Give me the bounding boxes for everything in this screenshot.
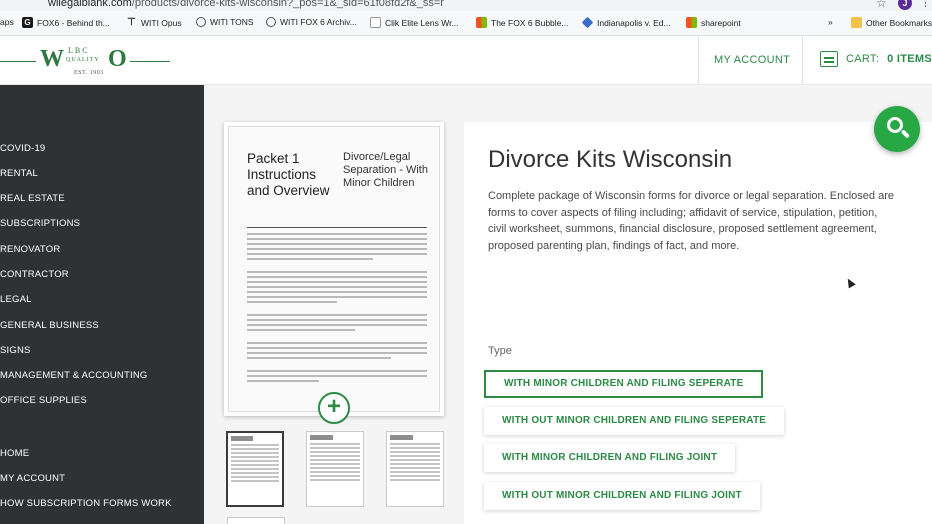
option-without-minor-joint[interactable]: WITH OUT MINOR CHILDREN AND FILING JOINT: [484, 482, 760, 510]
logo-lbc: LBC: [68, 46, 90, 55]
document-preview: Packet 1 Instructions and Overview Divor…: [228, 126, 440, 412]
cart-label: CART:: [846, 53, 880, 65]
fox-icon: G: [22, 17, 33, 28]
sidebar-item-subscriptions[interactable]: SUBSCRIPTIONS: [0, 218, 80, 229]
cart-icon: [820, 51, 838, 67]
bookmark-fox6-bubble[interactable]: The FOX 6 Bubble...: [476, 17, 568, 28]
antenna-icon: ⊤: [127, 17, 136, 28]
globe-icon: [196, 17, 206, 27]
thumbnail-2[interactable]: [306, 431, 364, 507]
my-account-link[interactable]: MY ACCOUNT: [714, 54, 790, 66]
bookmark-clik-elite[interactable]: Clik Elite Lens Wr...: [370, 17, 459, 28]
product-title: Divorce Kits Wisconsin: [488, 146, 733, 173]
bookmark-indianapolis[interactable]: Indianapolis v. Ed...: [581, 16, 671, 29]
bookmark-star-icon[interactable]: ☆: [876, 0, 887, 10]
sidebar-item-signs[interactable]: SIGNS: [0, 345, 31, 356]
cart-link[interactable]: CART: 0 ITEMS: [820, 51, 932, 67]
thumbnail-4[interactable]: [227, 517, 285, 524]
sidebar-item-management-accounting[interactable]: MANAGEMENT & ACCOUNTING: [0, 370, 147, 381]
site-header: W LBC QUALITY O EST. 1903 MY ACCOUNT CAR…: [0, 37, 932, 85]
doc-body-text: [247, 233, 427, 385]
sidebar-item-real-estate[interactable]: REAL ESTATE: [0, 193, 65, 204]
logo-quality: QUALITY: [66, 57, 100, 63]
bookmark-witi-tons[interactable]: WITI TONS: [196, 17, 254, 27]
doc-title: Packet 1 Instructions and Overview: [247, 151, 330, 199]
bookmark-sharepoint[interactable]: sharepoint: [686, 17, 741, 28]
thumbnail-1[interactable]: [226, 431, 284, 507]
browser-url-bar[interactable]: wilegalblank.com/products/divorce-kits-w…: [0, 0, 932, 11]
sidebar-item-covid[interactable]: COVID-19: [0, 143, 45, 154]
cart-count: 0 ITEMS: [887, 53, 932, 65]
page-icon: [370, 17, 381, 28]
sidebar-item-rental[interactable]: RENTAL: [0, 168, 38, 179]
sidebar-link-how-subscription[interactable]: HOW SUBSCRIPTION FORMS WORK: [0, 498, 172, 509]
folder-icon: [851, 17, 862, 28]
sidebar-item-general-business[interactable]: GENERAL BUSINESS: [0, 320, 99, 331]
sidebar-item-renovator[interactable]: RENOVATOR: [0, 244, 60, 255]
browser-menu-icon[interactable]: ⋮: [920, 0, 931, 9]
zoom-plus-button[interactable]: +: [318, 392, 350, 424]
diamond-icon: [581, 16, 594, 29]
doc-subtitle: Divorce/Legal Separation - With Minor Ch…: [343, 151, 428, 190]
search-button[interactable]: [874, 106, 920, 152]
logo-est: EST. 1903: [74, 70, 104, 76]
windows-icon: [686, 17, 697, 28]
globe-icon: [266, 17, 276, 27]
profile-avatar[interactable]: J: [898, 0, 912, 10]
sidebar-item-legal[interactable]: LEGAL: [0, 294, 32, 305]
header-divider: [698, 37, 699, 84]
bookmark-witi-fox6-archive[interactable]: WITI FOX 6 Archiv...: [266, 17, 357, 27]
sidebar-link-my-account[interactable]: MY ACCOUNT: [0, 473, 65, 484]
option-with-minor-joint[interactable]: WITH MINOR CHILDREN AND FILING JOINT: [484, 444, 736, 472]
product-image[interactable]: Packet 1 Instructions and Overview Divor…: [224, 122, 444, 416]
logo-w: W: [40, 46, 64, 72]
site-logo[interactable]: W LBC QUALITY O EST. 1903: [0, 43, 170, 81]
option-with-minor-seperate[interactable]: WITH MINOR CHILDREN AND FILING SEPERATE: [484, 370, 764, 398]
logo-rule-right: [130, 61, 170, 62]
other-bookmarks[interactable]: Other Bookmarks: [851, 17, 932, 28]
doc-rule: [247, 227, 427, 228]
type-label: Type: [488, 345, 512, 357]
sidebar-link-home[interactable]: HOME: [0, 448, 29, 459]
url-text[interactable]: wilegalblank.com/products/divorce-kits-w…: [48, 0, 444, 9]
logo-rule-left: [0, 61, 36, 62]
header-divider: [802, 37, 803, 84]
logo-o: O: [108, 46, 127, 72]
sidebar-item-contractor[interactable]: CONTRACTOR: [0, 269, 69, 280]
bookmarks-bar: aps G FOX6 - Behind th... ⊤ WITI Opus WITI…: [0, 11, 932, 36]
windows-icon: [476, 17, 487, 28]
bookmark-witi-opus[interactable]: ⊤ WITI Opus: [126, 17, 181, 28]
thumbnail-3[interactable]: [386, 431, 444, 507]
product-description: Complete package of Wisconsin forms for …: [488, 190, 894, 252]
sidebar-item-office-supplies[interactable]: OFFICE SUPPLIES: [0, 395, 87, 406]
bookmark-apps[interactable]: aps: [0, 17, 14, 27]
bookmark-fox6-behind[interactable]: G FOX6 - Behind th...: [22, 17, 110, 28]
option-without-minor-seperate[interactable]: WITH OUT MINOR CHILDREN AND FILING SEPER…: [484, 407, 785, 435]
bookmarks-overflow[interactable]: »: [828, 17, 833, 27]
